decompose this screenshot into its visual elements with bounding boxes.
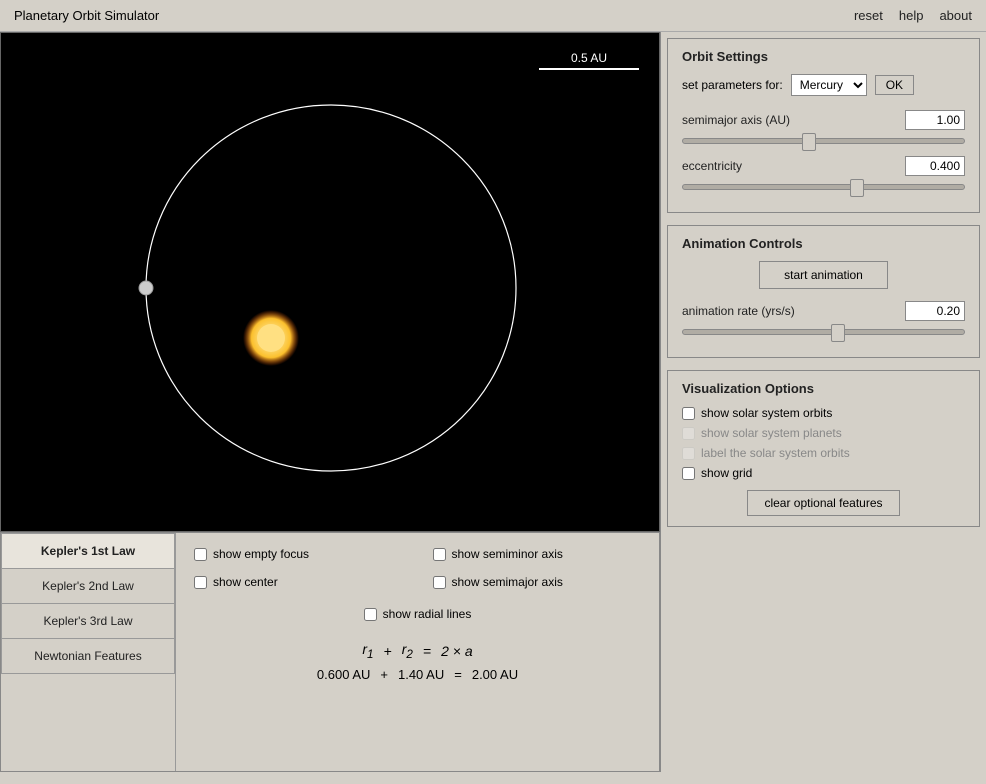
ok-button[interactable]: OK [875,75,914,95]
clear-optional-features-button[interactable]: clear optional features [747,490,899,516]
simulation-area: 0.5 AU [0,32,660,532]
equation-row: r1 + r2 = 2 × a [194,641,641,661]
orbit-svg [1,33,659,531]
val-equals: = [454,667,462,682]
show-planets-checkbox [682,427,695,440]
label-orbits-checkbox [682,447,695,460]
animation-controls-title: Animation Controls [682,236,965,251]
show-center-checkbox[interactable] [194,576,207,589]
semimajor-label: semimajor axis (AU) [682,113,790,127]
show-semimajor-checkbox[interactable] [433,576,446,589]
show-center-label: show center [213,575,278,589]
tab-kepler1[interactable]: Kepler's 1st Law [1,533,175,568]
eccentricity-slider-row [682,184,965,190]
about-button[interactable]: about [939,8,972,23]
tab-kepler2[interactable]: Kepler's 2nd Law [1,568,175,603]
show-empty-focus-checkbox[interactable] [194,548,207,561]
orbit-settings-section: Orbit Settings set parameters for: Mercu… [667,38,980,213]
app-title: Planetary Orbit Simulator [14,8,159,23]
anim-rate-slider-thumb[interactable] [831,324,845,342]
semimajor-input[interactable] [905,110,965,130]
top-bar: Planetary Orbit Simulator reset help abo… [0,0,986,32]
show-radial-label: show radial lines [383,607,472,621]
show-planets-label: show solar system planets [701,426,842,440]
show-grid-row[interactable]: show grid [682,466,965,480]
anim-rate-row: animation rate (yrs/s) [682,301,965,321]
eccentricity-input[interactable] [905,156,965,176]
tab-content-kepler1: show empty focus show semiminor axis sho… [176,533,659,771]
val-r1: 0.600 AU [317,667,371,682]
semimajor-slider-row [682,138,965,144]
eq-equals: = [423,643,431,659]
show-center-row[interactable]: show center [194,575,403,589]
sun-core [257,324,285,352]
eccentricity-row: eccentricity [682,156,965,176]
anim-rate-slider-track [682,329,965,335]
val-plus: + [380,667,388,682]
show-empty-focus-label: show empty focus [213,547,309,561]
show-semimajor-label: show semimajor axis [452,575,563,589]
eccentricity-slider-thumb[interactable] [850,179,864,197]
set-params-label: set parameters for: [682,78,783,92]
tabs-sidebar: Kepler's 1st Law Kepler's 2nd Law Kepler… [1,533,176,771]
tab-newtonian[interactable]: Newtonian Features [1,638,175,674]
tab-kepler3[interactable]: Kepler's 3rd Law [1,603,175,638]
semimajor-slider-track [682,138,965,144]
label-orbits-row: label the solar system orbits [682,446,965,460]
eq-r2: r2 [402,641,413,661]
reset-button[interactable]: reset [854,8,883,23]
show-orbits-row[interactable]: show solar system orbits [682,406,965,420]
right-panel: Orbit Settings set parameters for: Mercu… [660,32,986,772]
show-grid-label: show grid [701,466,752,480]
orbit-settings-title: Orbit Settings [682,49,965,64]
eccentricity-label: eccentricity [682,159,742,173]
eq-r1: r1 [362,641,373,661]
anim-rate-slider-row [682,329,965,335]
animation-controls-section: Animation Controls start animation anima… [667,225,980,358]
checkbox-grid: show empty focus show semiminor axis sho… [194,547,641,597]
val-rhs: 2.00 AU [472,667,518,682]
show-radial-checkbox[interactable] [364,608,377,621]
semimajor-slider-thumb[interactable] [802,133,816,151]
left-panel: 0.5 AU [0,32,660,772]
eccentricity-slider-track [682,184,965,190]
equation-values: 0.600 AU + 1.40 AU = 2.00 AU [194,667,641,682]
set-params-row: set parameters for: Mercury Venus Earth … [682,74,965,96]
show-grid-checkbox[interactable] [682,467,695,480]
show-empty-focus-row[interactable]: show empty focus [194,547,403,561]
show-radial-row: show radial lines [194,607,641,629]
show-orbits-label: show solar system orbits [701,406,832,420]
visualization-options-section: Visualization Options show solar system … [667,370,980,527]
visualization-options-title: Visualization Options [682,381,965,396]
show-planets-row: show solar system planets [682,426,965,440]
show-semiminor-row[interactable]: show semiminor axis [433,547,642,561]
show-semiminor-checkbox[interactable] [433,548,446,561]
label-orbits-label: label the solar system orbits [701,446,850,460]
planet [139,281,153,295]
eq-plus: + [384,643,392,659]
show-semiminor-label: show semiminor axis [452,547,563,561]
bottom-left-panel: Kepler's 1st Law Kepler's 2nd Law Kepler… [0,532,660,772]
val-r2: 1.40 AU [398,667,444,682]
show-semimajor-row[interactable]: show semimajor axis [433,575,642,589]
top-bar-actions: reset help about [854,8,972,23]
equation-area: r1 + r2 = 2 × a 0.600 AU + 1.40 AU = 2.0… [194,641,641,682]
main-layout: 0.5 AU [0,32,986,772]
semimajor-row: semimajor axis (AU) [682,110,965,130]
anim-rate-label: animation rate (yrs/s) [682,304,795,318]
planet-select[interactable]: Mercury Venus Earth Mars Jupiter Saturn … [791,74,867,96]
eq-rhs: 2 × a [441,643,473,659]
start-animation-button[interactable]: start animation [759,261,888,289]
help-button[interactable]: help [899,8,924,23]
show-orbits-checkbox[interactable] [682,407,695,420]
orbit-ellipse [146,105,516,471]
anim-rate-input[interactable] [905,301,965,321]
